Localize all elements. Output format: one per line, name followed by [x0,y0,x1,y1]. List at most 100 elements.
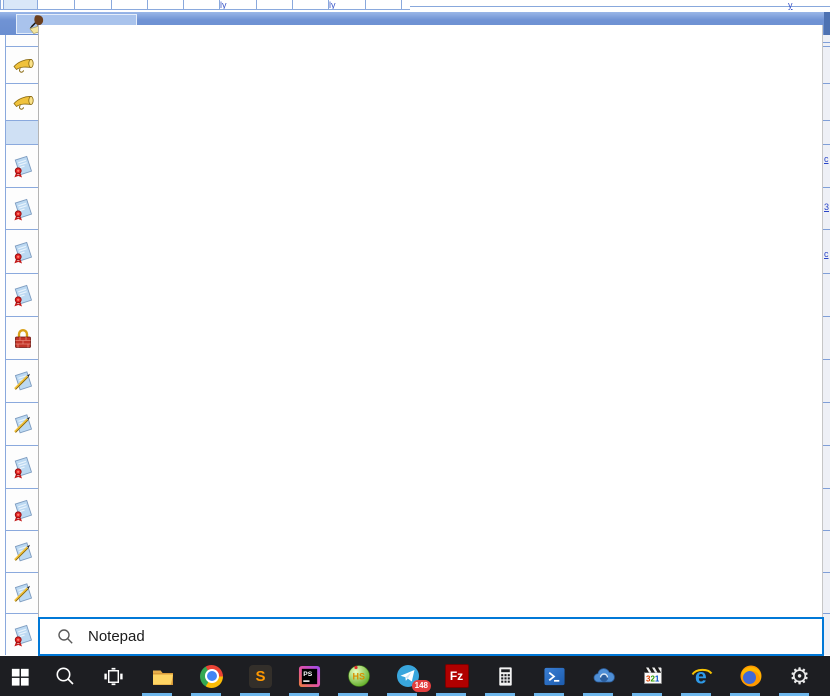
table-row-certificate[interactable] [5,273,39,316]
taskbar-item-heidisql[interactable]: HS [334,656,383,696]
chrome-icon [200,664,224,688]
signature-icon [11,581,35,605]
table-row-certificate[interactable] [5,144,39,187]
table-border-line [823,46,830,47]
filezilla-icon: Fz [444,664,469,688]
selected-row-end-cap [824,12,830,35]
taskbar-item-search[interactable] [40,656,89,696]
table-header-cell [147,0,183,10]
table-header-cell [37,0,74,10]
table-header-open-region: y [410,0,830,10]
signature-icon [11,412,35,436]
table-row-signature[interactable] [5,402,39,445]
truncated-header-link[interactable]: ly [220,1,256,10]
background-table-right-edge: c 3 c [822,35,830,655]
table-header-cell: ly [328,0,365,10]
taskbar-item-chrome[interactable] [187,656,236,696]
taskbar-item-firefox[interactable] [726,656,775,696]
firefox-icon [739,664,763,688]
table-row-signature[interactable] [5,530,39,572]
truncated-header-link[interactable]: y [788,1,793,10]
calculator-icon [494,664,518,688]
search-icon [53,664,77,688]
certificate-icon [11,623,35,647]
table-border-line [823,402,830,403]
table-row-certificate[interactable] [5,613,39,655]
taskbar-item-file-explorer[interactable] [138,656,187,696]
taskbar-item-settings[interactable]: ⚙ [775,656,824,696]
certificate-icon [11,455,35,479]
table-row-lock[interactable] [5,316,39,359]
phpstorm-icon: PS [298,664,322,688]
table-border-line [823,316,830,317]
table-border-line [823,359,830,360]
truncated-link[interactable]: 3 [824,203,829,212]
table-border-line [823,488,830,489]
settings-icon: ⚙ [789,662,810,689]
certificate-icon [11,154,35,178]
table-header-cell [3,0,37,10]
certificate-icon [11,240,35,264]
powershell-icon [543,664,567,688]
taskbar-item-media-player-321[interactable]: 321 [628,656,677,696]
table-row-announcement[interactable] [5,83,39,120]
table-row-certificate[interactable] [5,488,39,530]
media-321-icon: 321 [641,664,665,688]
taskbar-item-start[interactable] [0,656,40,696]
table-row-empty[interactable] [5,35,39,46]
truncated-link[interactable]: c [824,155,829,164]
lock-icon [11,326,35,350]
table-header-cell [74,0,111,10]
table-header-cell [111,0,147,10]
taskbar: S PS HS 148 Fz 321 e ⚙ [0,656,830,696]
table-header-cell [292,0,328,10]
svg-text:HS: HS [352,672,365,682]
certificate-icon [11,283,35,307]
signature-icon [11,540,35,564]
table-row-empty[interactable] [5,120,39,144]
taskbar-item-sublime-text[interactable]: S [236,656,285,696]
svg-text:321: 321 [646,675,660,684]
table-header-cell: ly [219,0,256,10]
taskbar-item-filezilla[interactable]: Fz [432,656,481,696]
table-border-line [823,613,830,614]
table-header-cell [401,0,410,10]
table-header-cell [183,0,219,10]
certificate-icon [11,197,35,221]
search-icon [57,628,74,645]
truncated-header-link[interactable]: ly [329,1,365,10]
table-border-line [823,83,830,84]
cloud-icon [592,664,616,688]
svg-text:PS: PS [303,671,312,678]
certificate-icon [11,498,35,522]
sublime-icon: S [249,664,273,688]
table-border-line [823,42,830,43]
taskbar-item-phpstorm[interactable]: PS [285,656,334,696]
table-row-signature[interactable] [5,572,39,613]
table-border-line [823,229,830,230]
taskbar-item-telegram[interactable]: 148 [383,656,432,696]
search-input[interactable] [86,627,822,646]
taskbar-item-powershell[interactable] [530,656,579,696]
table-row-certificate[interactable] [5,187,39,229]
table-row-signature[interactable] [5,359,39,402]
table-border-line [823,572,830,573]
table-border-line [823,187,830,188]
table-header-cell [365,0,401,10]
background-table-header-row: ly ly y [0,0,830,11]
table-row-certificate[interactable] [5,229,39,273]
taskbar-item-task-view[interactable] [89,656,138,696]
table-row-announcement[interactable] [5,46,39,83]
windows-logo-icon [8,664,32,688]
taskbar-item-internet-explorer[interactable]: e [677,656,726,696]
announcement-icon [11,53,35,77]
truncated-link[interactable]: c [824,250,829,259]
table-border-line [823,273,830,274]
taskbar-item-calculator[interactable] [481,656,530,696]
search-box[interactable] [38,617,824,656]
table-row-certificate[interactable] [5,445,39,488]
taskbar-item-cloud-sync[interactable] [579,656,628,696]
announcement-icon [11,90,35,114]
table-border-line [823,120,830,121]
ie-icon: e [690,664,714,688]
